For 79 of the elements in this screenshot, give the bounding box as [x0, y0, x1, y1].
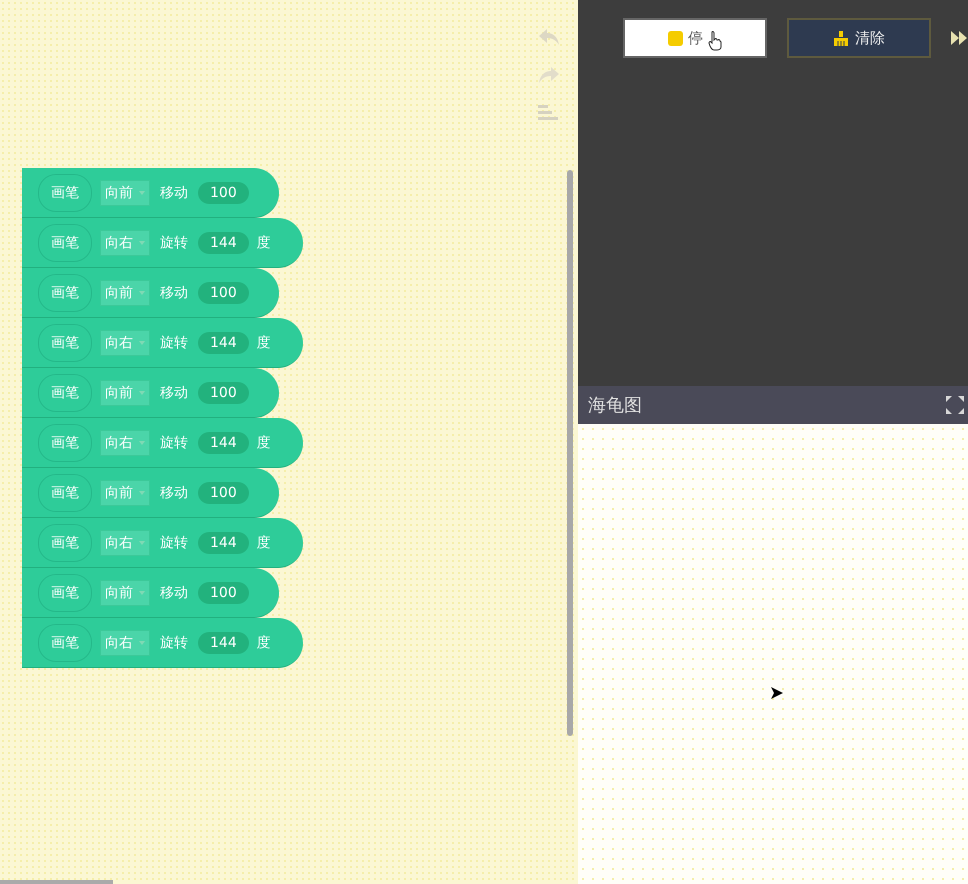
pen-label: 画笔 [38, 524, 92, 562]
unit-label: 度 [256, 234, 271, 252]
direction-dropdown[interactable]: 向右 [100, 630, 150, 656]
action-label: 旋转 [159, 334, 189, 352]
broom-icon [833, 30, 849, 46]
direction-dropdown[interactable]: 向右 [100, 530, 150, 556]
pen-label: 画笔 [38, 624, 92, 662]
code-block[interactable]: 画笔 向前 移动 100 [22, 568, 279, 618]
scrollbar[interactable] [0, 880, 113, 884]
number-input[interactable]: 100 [198, 282, 249, 304]
caret-icon [139, 190, 145, 194]
direction-dropdown[interactable]: 向右 [100, 330, 150, 356]
redo-icon[interactable] [538, 66, 560, 84]
unit-label: 度 [256, 434, 271, 452]
caret-icon [139, 540, 145, 544]
code-block[interactable]: 画笔 向右 旋转 144 度 [22, 218, 303, 268]
pen-label: 画笔 [38, 224, 92, 262]
code-block[interactable]: 画笔 向右 旋转 144 度 [22, 418, 303, 468]
undo-icon[interactable] [538, 28, 560, 46]
code-block[interactable]: 画笔 向右 旋转 144 度 [22, 618, 303, 668]
pen-label: 画笔 [38, 324, 92, 362]
number-input[interactable]: 144 [198, 432, 249, 454]
caret-icon [139, 390, 145, 394]
direction-dropdown[interactable]: 向前 [100, 480, 150, 506]
action-label: 移动 [159, 184, 189, 202]
action-label: 移动 [159, 284, 189, 302]
number-input[interactable]: 144 [198, 532, 249, 554]
number-input[interactable]: 100 [198, 482, 249, 504]
action-label: 移动 [159, 484, 189, 502]
code-block[interactable]: 画笔 向前 移动 100 [22, 368, 279, 418]
fast-forward-icon[interactable] [951, 31, 967, 45]
hand-cursor-icon [708, 31, 722, 51]
scrollbar[interactable] [567, 170, 573, 736]
number-input[interactable]: 100 [198, 182, 249, 204]
pen-label: 画笔 [38, 274, 92, 312]
code-block[interactable]: 画笔 向前 移动 100 [22, 268, 279, 318]
stop-button[interactable]: 停 [623, 18, 767, 58]
caret-icon [139, 340, 145, 344]
pen-label: 画笔 [38, 174, 92, 212]
align-icon[interactable] [538, 104, 558, 122]
code-block[interactable]: 画笔 向右 旋转 144 度 [22, 518, 303, 568]
code-block[interactable]: 画笔 向前 移动 100 [22, 468, 279, 518]
action-label: 旋转 [159, 434, 189, 452]
unit-label: 度 [256, 634, 271, 652]
number-input[interactable]: 100 [198, 582, 249, 604]
clear-button[interactable]: 清除 [787, 18, 931, 58]
action-label: 移动 [159, 384, 189, 402]
number-input[interactable]: 144 [198, 332, 249, 354]
code-block[interactable]: 画笔 向前 移动 100 [22, 168, 279, 218]
caret-icon [139, 290, 145, 294]
caret-icon [139, 640, 145, 644]
stage-title: 海龟图 [588, 394, 642, 417]
direction-dropdown[interactable]: 向右 [100, 230, 150, 256]
action-label: 移动 [159, 584, 189, 602]
turtle-arrow-icon [771, 687, 783, 699]
pen-label: 画笔 [38, 474, 92, 512]
direction-dropdown[interactable]: 向前 [100, 280, 150, 306]
number-input[interactable]: 144 [198, 632, 249, 654]
number-input[interactable]: 144 [198, 232, 249, 254]
unit-label: 度 [256, 334, 271, 352]
caret-icon [139, 240, 145, 244]
pen-label: 画笔 [38, 424, 92, 462]
caret-icon [139, 590, 145, 594]
action-label: 旋转 [159, 534, 189, 552]
unit-label: 度 [256, 534, 271, 552]
code-block[interactable]: 画笔 向右 旋转 144 度 [22, 318, 303, 368]
pen-label: 画笔 [38, 574, 92, 612]
caret-icon [139, 440, 145, 444]
stop-icon [668, 30, 683, 46]
direction-dropdown[interactable]: 向前 [100, 380, 150, 406]
caret-icon [139, 490, 145, 494]
pen-label: 画笔 [38, 374, 92, 412]
direction-dropdown[interactable]: 向右 [100, 430, 150, 456]
action-label: 旋转 [159, 234, 189, 252]
direction-dropdown[interactable]: 向前 [100, 580, 150, 606]
fullscreen-icon[interactable] [946, 396, 964, 414]
action-label: 旋转 [159, 634, 189, 652]
direction-dropdown[interactable]: 向前 [100, 180, 150, 206]
number-input[interactable]: 100 [198, 382, 249, 404]
